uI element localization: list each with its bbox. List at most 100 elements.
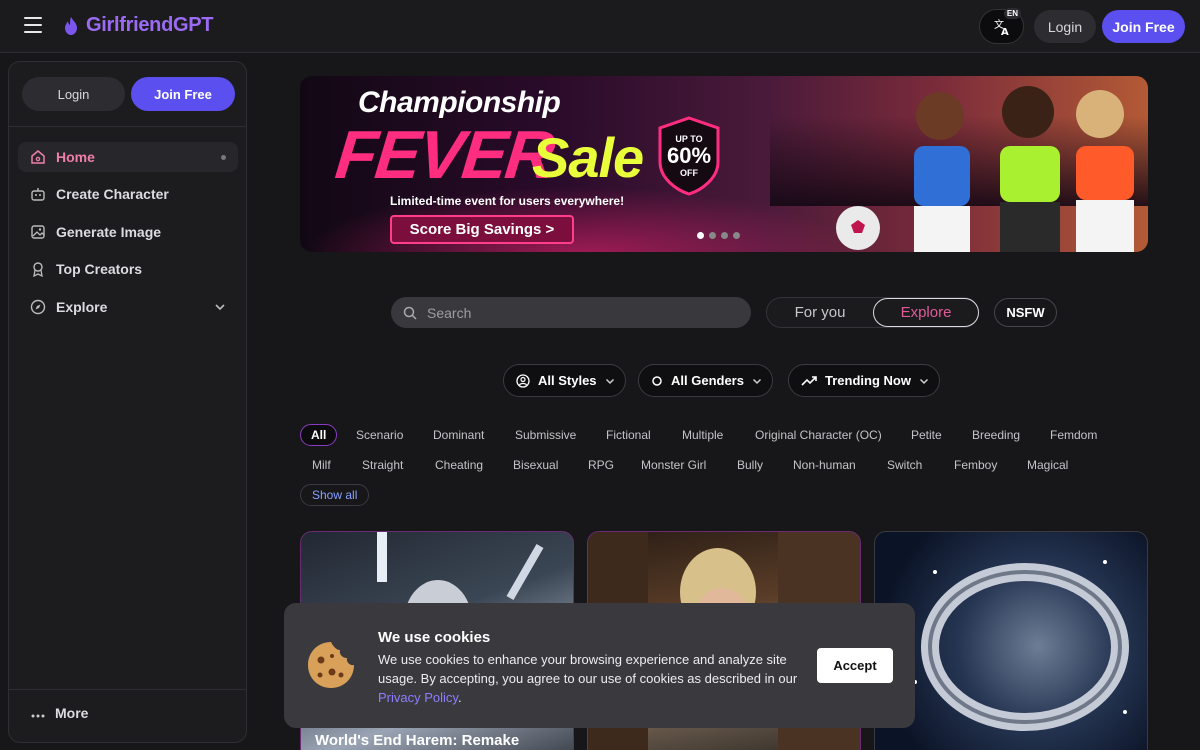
cookie-title: We use cookies [378,629,491,646]
soccer-ball-icon [836,206,880,250]
promo-banner[interactable]: Championship FEVER Sale Limited-time eve… [300,76,1148,252]
circle-icon [652,375,662,386]
banner-girls-image [914,86,1134,252]
tag-item[interactable]: Switch [887,454,922,476]
bot-icon [30,186,46,202]
sidebar-item-label: Explore [56,299,108,315]
active-dot [221,155,226,160]
tag-item[interactable]: Fictional [606,424,651,446]
logo-text: GirlfriendGPT [86,14,214,36]
tag-item[interactable]: Straight [362,454,403,476]
tab-explore[interactable]: Explore [873,298,979,327]
search-bar[interactable] [391,297,751,328]
logo[interactable]: GirlfriendGPT [62,14,214,37]
badge-value-text: 60% [667,143,711,168]
view-toggle: For you Explore [766,297,979,328]
nsfw-toggle[interactable]: NSFW [994,298,1057,327]
divider [9,126,246,127]
tag-item[interactable]: Non-human [793,454,856,476]
sidebar-item-label: Generate Image [56,224,162,240]
top-bar: GirlfriendGPT 文A EN Login Join Free [0,0,1200,53]
chevron-down-icon [752,378,761,384]
carousel-dot[interactable] [709,232,716,239]
language-button[interactable]: 文A EN [979,8,1024,44]
tag-all[interactable]: All [300,424,338,446]
tag-item[interactable]: Magical [1027,454,1068,476]
tag-item[interactable]: Dominant [433,424,484,446]
more-label: More [55,705,89,721]
tag-item[interactable]: Femdom [1050,424,1097,446]
more-dots-icon [31,705,45,721]
tag-item[interactable]: Milf [312,454,331,476]
sidebar-item-explore[interactable]: Explore [18,292,238,322]
tag-item[interactable]: RPG [588,454,614,476]
trending-up-icon [801,375,817,386]
cookie-banner: We use cookies We use cookies to enhance… [284,603,915,728]
sidebar: Login Join Free Home Create Character Ge… [8,61,247,743]
more-button[interactable]: More [31,705,88,721]
carousel-dot[interactable] [733,232,740,239]
accept-cookies-button[interactable]: Accept [817,648,893,683]
show-all-tags-button[interactable]: Show all [300,484,370,506]
tag-item[interactable]: Multiple [682,424,723,446]
banner-cta-button[interactable]: Score Big Savings > [390,215,574,244]
tag-item[interactable]: Original Character (OC) [755,424,882,446]
header-join-button[interactable]: Join Free [1102,10,1185,43]
sidebar-item-create-character[interactable]: Create Character [18,179,238,209]
compass-icon [30,299,46,315]
tag-item[interactable]: Scenario [356,424,403,446]
search-input[interactable] [427,304,727,321]
cookie-icon [308,642,354,688]
carousel-dot[interactable] [721,232,728,239]
header-login-button[interactable]: Login [1034,10,1096,43]
tag-item[interactable]: Bully [737,454,763,476]
genders-dropdown[interactable]: All Genders [638,364,773,397]
svg-text:A: A [1001,27,1009,36]
cookie-body: We use cookies to enhance your browsing … [378,652,798,686]
tag-item[interactable]: Submissive [515,424,576,446]
divider [9,689,246,690]
tag-item[interactable]: Bisexual [513,454,558,476]
cookie-text: We use cookies to enhance your browsing … [378,650,803,707]
banner-line3: Sale [532,126,644,189]
sidebar-item-label: Top Creators [56,261,143,277]
styles-dropdown-label: All Styles [538,373,597,388]
sidebar-item-top-creators[interactable]: Top Creators [18,254,238,284]
tag-item[interactable]: Petite [911,424,942,446]
character-card[interactable] [874,531,1148,750]
translate-icon: 文A [994,18,1009,36]
user-circle-icon [516,373,530,388]
image-icon [30,224,46,240]
language-code: EN [1003,8,1021,19]
genders-dropdown-label: All Genders [671,373,744,388]
badge-bottom-text: OFF [680,168,698,178]
privacy-policy-link[interactable]: Privacy Policy [378,690,458,705]
chevron-down-icon [919,378,928,384]
sidebar-item-generate-image[interactable]: Generate Image [18,217,238,247]
sort-dropdown-label: Trending Now [825,373,911,388]
sidebar-item-home[interactable]: Home [18,142,238,172]
banner-subtitle: Limited-time event for users everywhere! [390,194,625,208]
styles-dropdown[interactable]: All Styles [503,364,626,397]
discount-badge: UP TO 60% OFF [656,116,722,201]
chevron-down-icon [605,378,614,384]
tab-for-you[interactable]: For you [767,298,873,327]
banner-line2: FEVER [332,117,557,193]
sidebar-login-button[interactable]: Login [22,77,125,111]
search-icon [403,306,417,320]
tag-item[interactable]: Femboy [954,454,997,476]
sidebar-join-button[interactable]: Join Free [131,77,235,111]
cookie-suffix: . [457,690,462,705]
banner-line1: Championship [358,86,561,119]
menu-icon[interactable] [24,17,42,33]
carousel-dots[interactable] [697,232,740,239]
tag-item[interactable]: Breeding [972,424,1020,446]
flame-icon [65,16,77,35]
tag-item[interactable]: Monster Girl [641,454,706,476]
sidebar-item-label: Home [56,149,95,165]
chevron-down-icon[interactable] [214,300,226,316]
sort-dropdown[interactable]: Trending Now [788,364,940,397]
tag-item[interactable]: Cheating [435,454,483,476]
home-icon [30,149,46,165]
carousel-dot[interactable] [697,232,704,239]
